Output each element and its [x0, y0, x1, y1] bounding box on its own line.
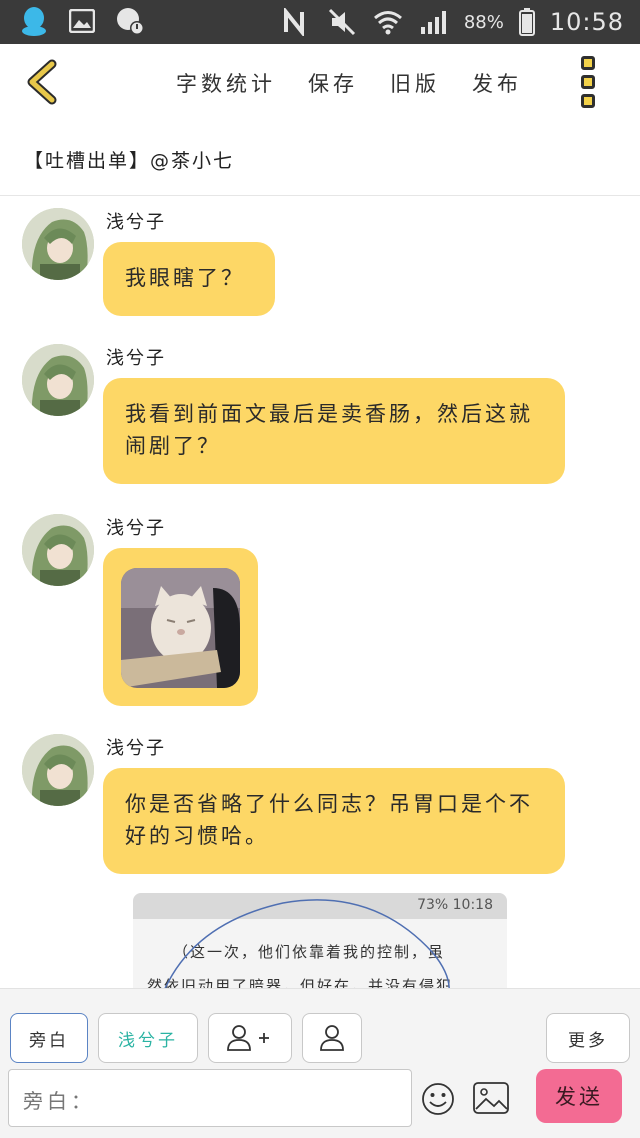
mute-icon	[326, 6, 358, 38]
back-button[interactable]	[20, 58, 64, 106]
add-user-icon	[227, 1025, 269, 1051]
more-button[interactable]: 更多	[546, 1013, 630, 1063]
sender-name: 浅兮子	[106, 738, 166, 759]
chevron-left-icon	[27, 59, 57, 105]
signal-icon	[418, 6, 450, 38]
character-button[interactable]	[302, 1013, 362, 1063]
image-message-bubble[interactable]	[103, 548, 258, 706]
status-bar: 88% 10:58	[0, 0, 640, 44]
sender-name: 浅兮子	[106, 518, 166, 539]
nfc-icon	[280, 6, 312, 38]
avatar[interactable]	[22, 514, 94, 586]
sender-name: 浅兮子	[106, 348, 166, 369]
menu-dot-icon	[581, 94, 595, 108]
avatar[interactable]	[22, 734, 94, 806]
input-role-label: 旁白：	[23, 1089, 95, 1113]
more-menu-button[interactable]	[572, 54, 604, 110]
pen-stroke-annotation	[164, 899, 450, 988]
notification-icon	[114, 5, 146, 37]
cat-sticker-image[interactable]	[121, 568, 240, 688]
avatar[interactable]	[22, 208, 94, 280]
message-bubble[interactable]: 你是否省略了什么同志？吊胃口是个不好的习惯哈。	[103, 768, 565, 874]
word-count-button[interactable]: 字数统计	[176, 68, 276, 98]
qq-icon	[18, 5, 50, 37]
message-input[interactable]	[99, 1080, 399, 1116]
sender-name: 浅兮子	[106, 212, 166, 233]
message-bubble[interactable]: 我眼瞎了？	[103, 242, 275, 316]
message-bubble[interactable]: 我看到前面文最后是卖香肠，然后这就闹剧了？	[103, 378, 565, 484]
add-character-button[interactable]	[208, 1013, 292, 1063]
user-icon	[320, 1025, 344, 1051]
clock: 10:58	[549, 8, 624, 36]
publish-button[interactable]: 发布	[472, 68, 522, 98]
image-icon	[473, 1082, 509, 1114]
old-version-button[interactable]: 旧版	[390, 68, 440, 98]
menu-dot-icon	[581, 75, 595, 89]
role-chip-character[interactable]: 浅兮子	[98, 1013, 198, 1063]
composer-panel: 旁白 浅兮子 更多 旁白： 发送	[0, 988, 640, 1138]
role-chip-narration[interactable]: 旁白	[10, 1013, 88, 1063]
editor-toolbar: 字数统计 保存 旧版 发布	[0, 44, 640, 124]
send-button[interactable]: 发送	[536, 1069, 622, 1123]
save-button[interactable]: 保存	[308, 68, 358, 98]
battery-percent: 88%	[463, 11, 504, 33]
screenshot-image-preview[interactable]: 73% 10:18 （这一次，他们依靠着我的控制，虽 然依旧动用了暗器，但好在，…	[133, 893, 507, 988]
insert-image-button[interactable]	[472, 1081, 510, 1115]
battery-icon	[518, 6, 536, 38]
message-input-box: 旁白：	[8, 1069, 412, 1127]
menu-dot-icon	[581, 56, 595, 70]
article-title: 【吐槽出单】@茶小七	[24, 150, 235, 172]
wifi-icon	[372, 6, 404, 38]
avatar[interactable]	[22, 344, 94, 416]
emoji-button[interactable]	[420, 1081, 456, 1117]
gallery-icon	[66, 5, 98, 37]
chat-list[interactable]: 浅兮子 我眼瞎了？ 浅兮子 我看到前面文最后是卖香肠，然后这就闹剧了？ 浅兮子 …	[0, 196, 640, 988]
smiley-icon	[422, 1083, 454, 1115]
